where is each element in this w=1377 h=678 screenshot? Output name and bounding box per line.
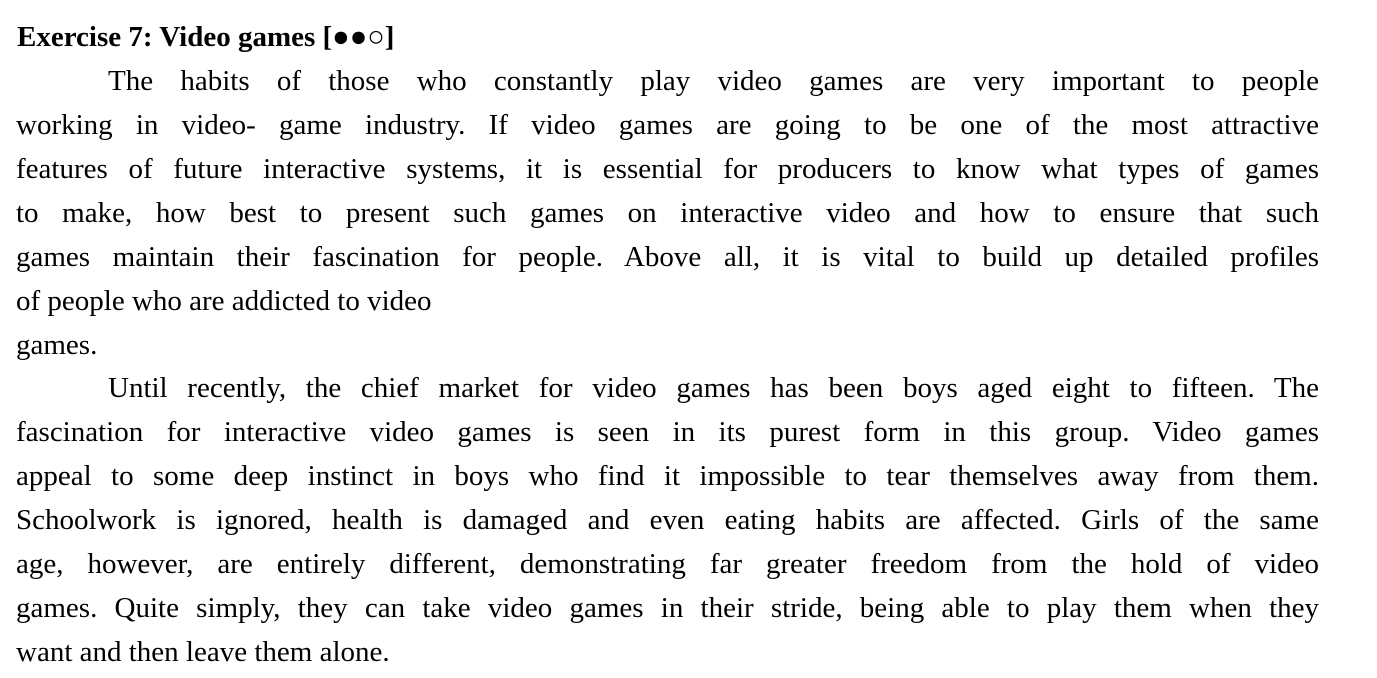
text-line: appeal to some deep instinct in boys who… [16,460,1319,492]
text-line: of people who are addicted to video [16,285,432,317]
text-line: games. Quite simply, they can take video… [16,592,1319,624]
text-line: fascination for interactive video games … [16,416,1319,448]
exercise-title: Exercise 7: Video games [●●○] [17,21,395,53]
text-line: The habits of those who constantly play … [108,65,1319,97]
text-line: games maintain their fascination for peo… [16,241,1319,273]
text-line: Until recently, the chief market for vid… [108,372,1319,404]
text-line: working in video- game industry. If vide… [16,109,1319,141]
text-line: to make, how best to present such games … [16,197,1319,229]
document-page: Exercise 7: Video games [●●○] The habits… [0,0,1377,678]
text-line: Schoolwork is ignored, health is damaged… [16,504,1319,536]
text-line: features of future interactive systems, … [16,153,1319,185]
text-line: games. [16,329,98,361]
text-line: age, however, are entirely different, de… [16,548,1319,580]
text-line: want and then leave them alone. [16,636,390,668]
